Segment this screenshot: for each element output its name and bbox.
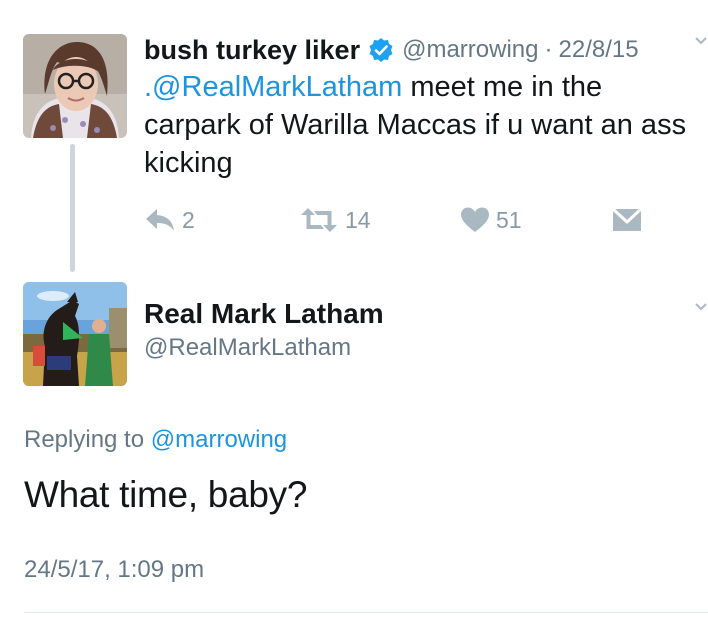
avatar-bush-turkey-liker[interactable] [23,34,127,138]
envelope-icon [611,206,643,234]
replying-to-line: Replying to @marrowing [24,426,287,454]
reply-display-name[interactable]: Real Mark Latham [144,298,384,330]
replying-to-mention[interactable]: @marrowing [151,426,287,453]
chevron-down-icon[interactable] [694,300,708,319]
parent-display-name[interactable]: bush turkey liker [144,35,360,66]
reply-tweet-text: What time, baby? [24,474,308,515]
avatar-real-mark-latham[interactable] [23,282,127,386]
retweet-button[interactable]: 14 [299,200,371,240]
retweet-icon [299,206,339,234]
reply-icon [144,206,176,234]
tweet-action-bar: 2 14 51 [144,200,644,240]
direct-message-button[interactable] [611,200,643,240]
parent-tweet-text: .@RealMarkLatham meet me in the carpark … [144,68,699,182]
divider [24,612,708,613]
reply-timestamp[interactable]: 24/5/17, 1:09 pm [24,556,204,584]
thread-connector-line [70,144,75,272]
heart-icon [460,206,490,234]
like-count: 51 [496,206,522,233]
chevron-down-icon[interactable] [694,34,708,53]
reply-handle[interactable]: @RealMarkLatham [144,334,351,362]
reply-button[interactable]: 2 [144,200,195,240]
parent-time[interactable]: 22/8/15 [559,36,639,64]
parent-tweet-header: bush turkey liker @marrowing · 22/8/15 [144,32,639,68]
replying-prefix: Replying to [24,426,151,453]
retweet-count: 14 [345,206,371,233]
mention-link[interactable]: .@RealMarkLatham [144,71,402,103]
reply-count: 2 [182,206,195,233]
parent-handle[interactable]: @marrowing [402,36,538,64]
header-separator: · [544,36,553,63]
like-button[interactable]: 51 [460,200,522,240]
verified-badge-icon [368,37,394,63]
